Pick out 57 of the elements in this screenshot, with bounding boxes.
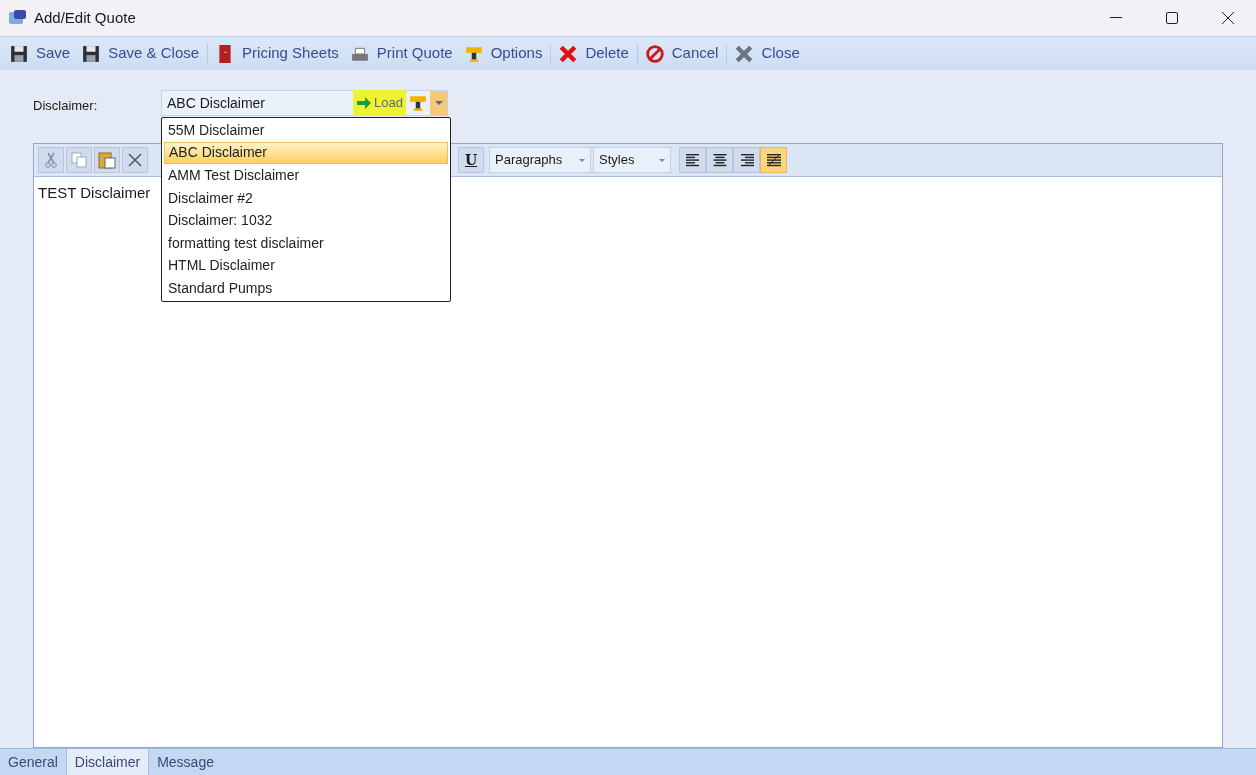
drill-icon — [464, 44, 483, 63]
caret-icon — [659, 158, 665, 162]
paste-button[interactable] — [94, 147, 120, 173]
justify-icon — [765, 153, 782, 167]
window-title: Add/Edit Quote — [34, 7, 136, 28]
cut-button[interactable] — [38, 147, 64, 173]
align-center-button[interactable] — [706, 147, 733, 173]
app-icon — [8, 9, 28, 27]
editor-text: TEST Disclaimer — [38, 184, 151, 201]
align-left-icon — [684, 153, 701, 167]
dropdown-option[interactable]: HTML Disclaimer — [164, 254, 448, 278]
disclaimer-label: Disclaimer: — [33, 97, 99, 115]
caret-icon — [579, 158, 585, 162]
delete-button[interactable] — [122, 147, 148, 173]
toolbar-button[interactable]: Options — [458, 39, 549, 68]
dropdown-option[interactable]: AMM Test Disclaimer — [164, 164, 448, 187]
toolbar-button[interactable]: Close — [729, 39, 806, 68]
toolbar-button[interactable]: Save & Close — [76, 39, 206, 68]
scissors-icon — [44, 152, 58, 168]
toolbar-button[interactable]: Print Quote — [344, 39, 459, 68]
clipboard-icon — [98, 151, 116, 169]
close-icon — [735, 44, 754, 63]
dropdown-option[interactable]: Disclaimer #2 — [164, 186, 448, 210]
maximize-icon — [1166, 12, 1178, 24]
copy-button[interactable] — [66, 147, 92, 173]
dropdown-option[interactable]: 55M Disclaimer — [164, 119, 448, 142]
dropdown-option[interactable]: Disclaimer: 1032 — [164, 209, 448, 232]
copy-icon — [71, 152, 87, 168]
tab[interactable]: Message — [149, 749, 222, 775]
dropdown-option[interactable]: formatting test disclaimer — [164, 231, 448, 255]
align-right-icon — [738, 153, 755, 167]
caret-icon — [434, 101, 443, 105]
align-center-icon — [711, 153, 728, 167]
dropdown-option[interactable]: ABC Disclaimer — [164, 141, 448, 165]
align-left-button[interactable] — [679, 147, 706, 173]
align-right-button[interactable] — [733, 147, 760, 173]
paragraph-select[interactable]: Paragraphs — [489, 147, 591, 173]
tab[interactable]: General — [0, 749, 66, 775]
close-icon — [1222, 12, 1234, 24]
tab[interactable]: Disclaimer — [65, 749, 150, 775]
load-button[interactable]: Load — [353, 90, 406, 116]
drill-icon — [409, 94, 427, 112]
underline-button[interactable]: U — [458, 147, 484, 173]
x-icon — [128, 153, 142, 167]
delete-icon — [559, 44, 578, 63]
toolbar-button[interactable]: Save — [4, 39, 77, 68]
dropdown-arrow-button[interactable] — [430, 91, 447, 115]
toolbar-button[interactable]: Cancel — [639, 39, 725, 68]
disclaimer-combobox[interactable]: ABC Disclaimer Load — [161, 90, 448, 116]
minimize-icon — [1110, 17, 1122, 19]
dropdown-option[interactable]: Standard Pumps — [164, 277, 448, 300]
toolbar-button[interactable]: Delete — [553, 39, 635, 68]
style-select[interactable]: Styles — [593, 147, 671, 173]
arrow-right-icon — [356, 96, 373, 110]
justify-button[interactable] — [760, 147, 787, 173]
toolbar-button[interactable]: Pricing Sheets — [210, 39, 345, 68]
no-entry-icon — [645, 44, 664, 63]
